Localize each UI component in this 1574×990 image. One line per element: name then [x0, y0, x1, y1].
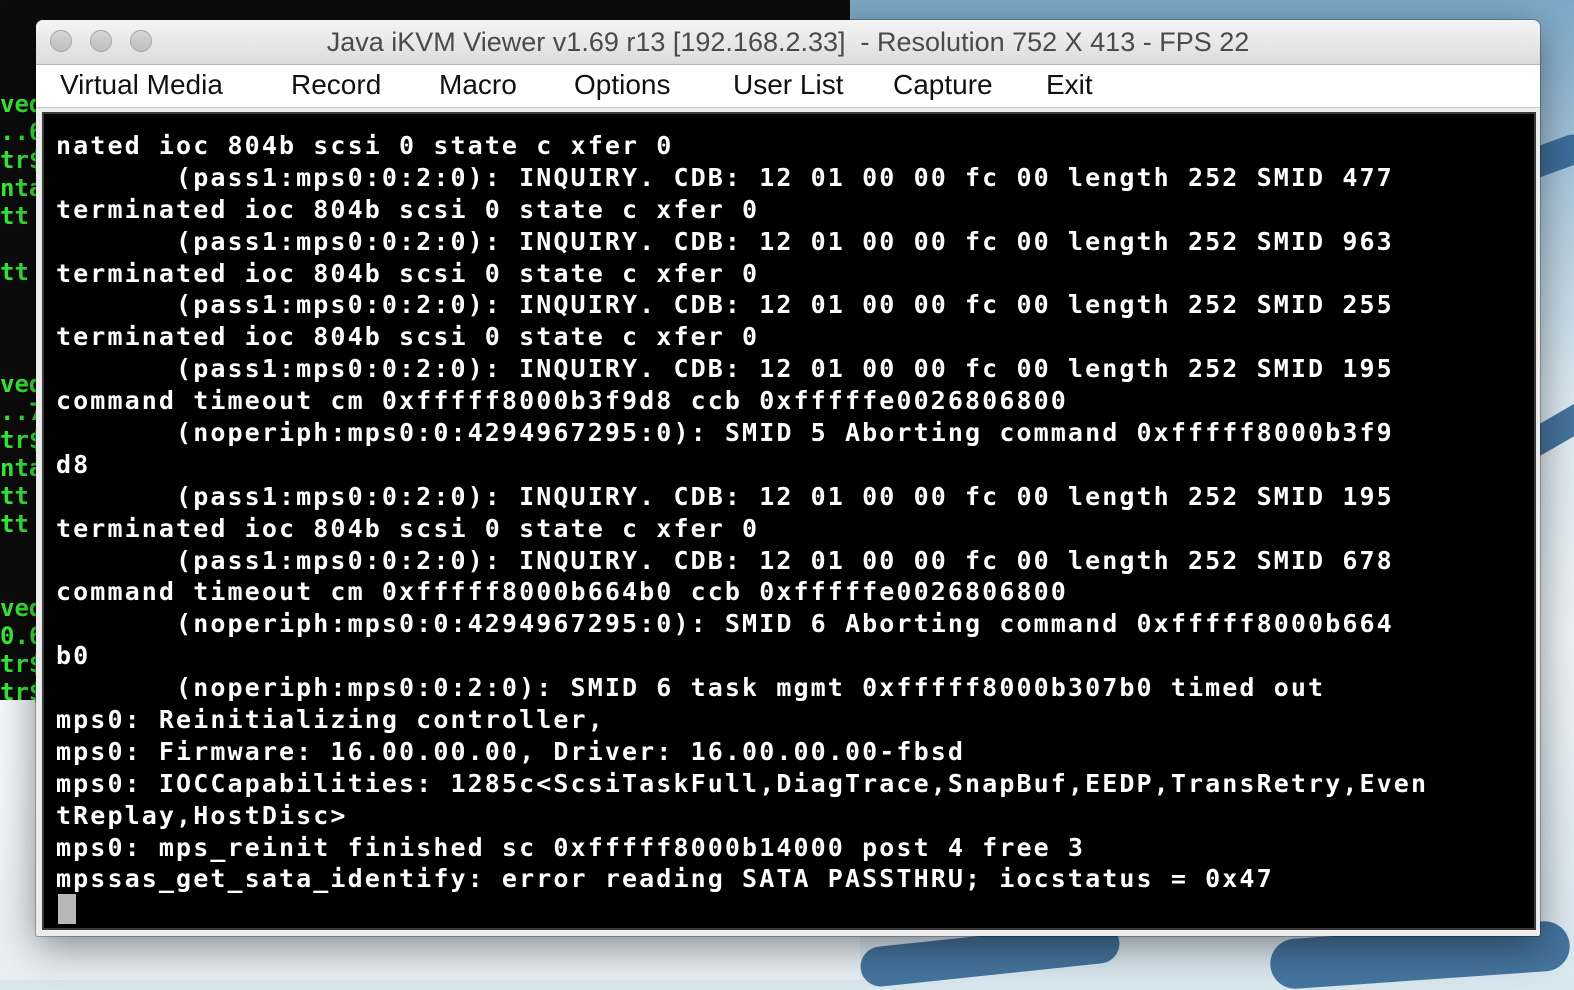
- background-terminal-line: tt: [0, 202, 29, 230]
- console-line: terminated ioc 804b scsi 0 state c xfer …: [56, 513, 760, 543]
- background-terminal-line: tt: [0, 510, 29, 538]
- background-terminal-line: [0, 230, 40, 258]
- background-terminal-line: tr$: [0, 146, 40, 174]
- console-line: tReplay,HostDisc>: [56, 800, 348, 830]
- menu-bar: Virtual Media Record Macro Options User …: [36, 65, 1540, 108]
- background-terminal-text: ved ..6 tr$ nta tt tt ved ..7 tr$ nta tt tt ved 0.6 tr…: [0, 90, 40, 710]
- console-line: terminated ioc 804b scsi 0 state c xfer …: [56, 194, 760, 224]
- menu-options[interactable]: Options: [574, 69, 671, 101]
- console-line: mps0: Reinitializing controller,: [56, 705, 605, 735]
- console-line: mps0: mps_reinit finished sc 0xfffff8000…: [56, 832, 1086, 862]
- background-terminal-line: ved: [0, 90, 40, 118]
- console-line: (pass1:mps0:0:2:0): INQUIRY. CDB: 12 01 …: [56, 354, 1394, 384]
- menu-exit[interactable]: Exit: [1046, 69, 1093, 101]
- background-terminal-line: ved: [0, 594, 40, 622]
- menu-macro[interactable]: Macro: [439, 69, 517, 101]
- background-terminal-line: [0, 538, 40, 566]
- console-line: (noperiph:mps0:0:4294967295:0): SMID 6 A…: [56, 609, 1394, 639]
- console-line: (pass1:mps0:0:2:0): INQUIRY. CDB: 12 01 …: [56, 226, 1394, 256]
- menu-capture[interactable]: Capture: [893, 69, 993, 101]
- background-terminal-line: nta: [0, 454, 40, 482]
- console-output: nated ioc 804b scsi 0 state c xfer 0 (pa…: [56, 130, 1428, 895]
- console-line: command timeout cm 0xfffff8000b3f9d8 ccb…: [56, 386, 1068, 416]
- console-line: (pass1:mps0:0:2:0): INQUIRY. CDB: 12 01 …: [56, 290, 1394, 320]
- console-line: (noperiph:mps0:0:2:0): SMID 6 task mgmt …: [56, 673, 1326, 703]
- background-terminal-line: ..6: [0, 118, 40, 146]
- background-terminal-line: tt: [0, 482, 29, 510]
- menu-record[interactable]: Record: [291, 69, 381, 101]
- console-line: terminated ioc 804b scsi 0 state c xfer …: [56, 258, 760, 288]
- title-bar[interactable]: Java iKVM Viewer v1.69 r13 [192.168.2.33…: [36, 20, 1540, 65]
- background-terminal-line: [0, 286, 40, 314]
- console-line: command timeout cm 0xfffff8000b664b0 ccb…: [56, 577, 1068, 607]
- background-terminal-line: tr$: [0, 678, 40, 706]
- background-terminal-line: tt: [0, 258, 29, 286]
- menu-user-list[interactable]: User List: [733, 69, 843, 101]
- console-line: (pass1:mps0:0:2:0): INQUIRY. CDB: 12 01 …: [56, 481, 1394, 511]
- console-line: nated ioc 804b scsi 0 state c xfer 0: [56, 131, 674, 160]
- background-terminal-line: ved: [0, 370, 40, 398]
- menu-virtual-media[interactable]: Virtual Media: [60, 69, 223, 101]
- remote-console-screen[interactable]: nated ioc 804b scsi 0 state c xfer 0 (pa…: [42, 112, 1536, 930]
- console-line: (pass1:mps0:0:2:0): INQUIRY. CDB: 12 01 …: [56, 545, 1394, 575]
- window-title: Java iKVM Viewer v1.69 r13 [192.168.2.33…: [326, 27, 1250, 57]
- console-line: d8: [56, 449, 91, 479]
- background-terminal-line: [0, 342, 40, 370]
- console-line: b0: [56, 641, 91, 671]
- text-cursor: [58, 894, 76, 924]
- console-line: (noperiph:mps0:0:4294967295:0): SMID 5 A…: [56, 418, 1394, 448]
- background-terminal-line: 0.6: [0, 622, 40, 650]
- background-terminal-line: [0, 314, 40, 342]
- console-line: terminated ioc 804b scsi 0 state c xfer …: [56, 322, 760, 352]
- background-terminal-line: nta: [0, 174, 40, 202]
- console-line: (pass1:mps0:0:2:0): INQUIRY. CDB: 12 01 …: [56, 162, 1394, 192]
- background-terminal-line: tr$: [0, 426, 40, 454]
- background-terminal-line: ..7: [0, 398, 40, 426]
- ikvm-window: Java iKVM Viewer v1.69 r13 [192.168.2.33…: [36, 20, 1540, 936]
- console-line: mps0: IOCCapabilities: 1285c<ScsiTaskFul…: [56, 768, 1429, 798]
- background-terminal-line: tr$: [0, 650, 40, 678]
- background-terminal-line: [0, 566, 40, 594]
- console-line: mpssas_get_sata_identify: error reading …: [56, 864, 1274, 894]
- console-line: mps0: Firmware: 16.00.00.00, Driver: 16.…: [56, 736, 966, 766]
